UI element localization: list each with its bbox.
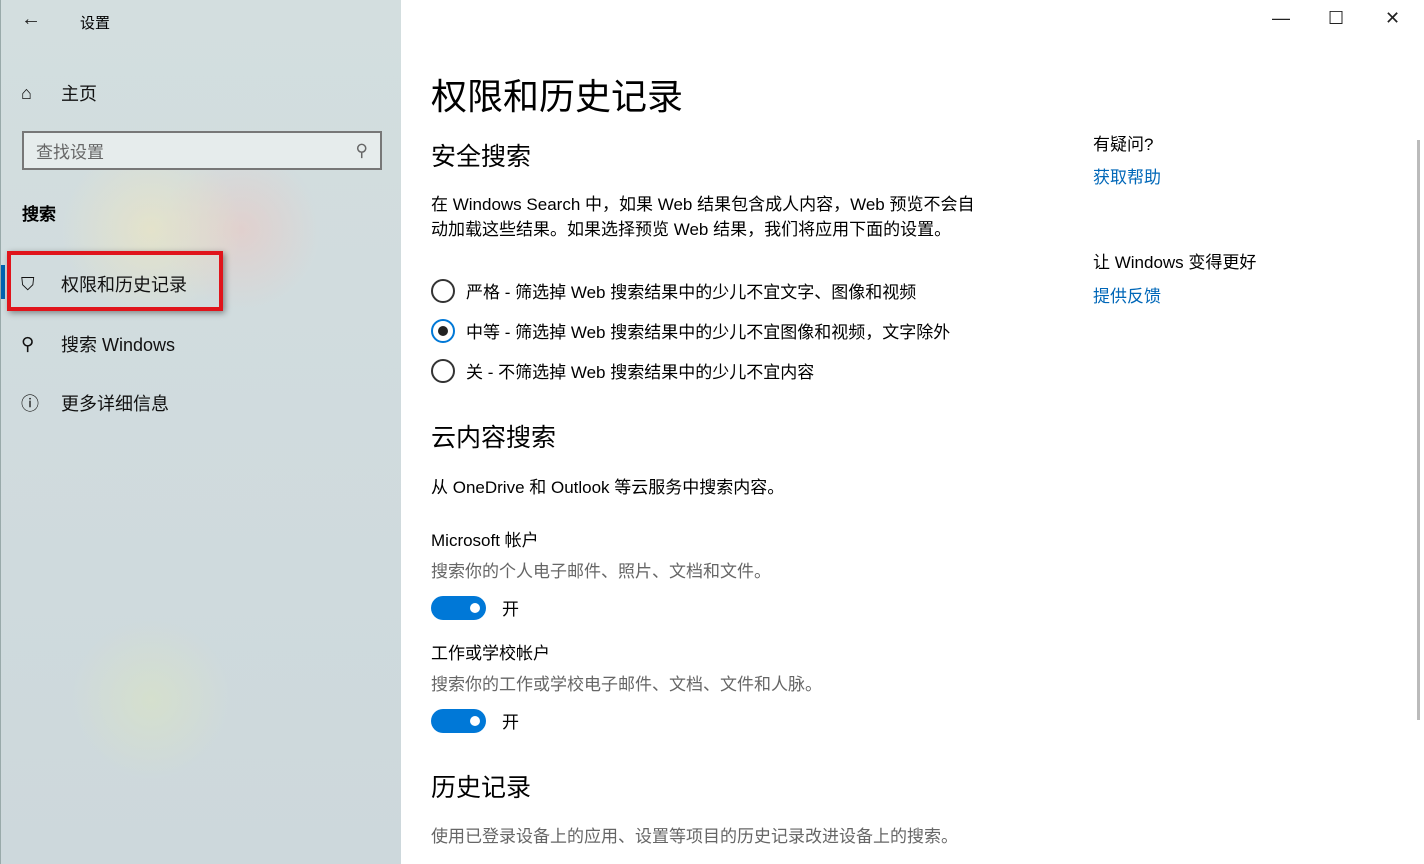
section-heading: 搜索 (22, 200, 56, 225)
home-icon: ⌂ (21, 83, 61, 104)
safe-search-desc-1: 在 Windows Search 中，如果 Web 结果包含成人内容，Web 预… (431, 192, 974, 217)
work-account-toggle[interactable]: 开 (431, 708, 519, 733)
cloud-search-heading: 云内容搜索 (431, 418, 556, 454)
app-title: 设置 (80, 12, 110, 33)
ms-account-desc: 搜索你的个人电子邮件、照片、文档和文件。 (431, 559, 771, 584)
question-label: 有疑问? (1093, 130, 1153, 155)
highlight-box (7, 251, 223, 311)
toggle-switch[interactable] (431, 596, 486, 620)
search-icon: ⚲ (356, 141, 368, 161)
maximize-button[interactable]: ☐ (1328, 8, 1344, 29)
safe-search-heading: 安全搜索 (431, 137, 531, 173)
radio-moderate[interactable]: 中等 - 筛选掉 Web 搜索结果中的少儿不宜图像和视频，文字除外 (431, 318, 950, 343)
search-placeholder: 查找设置 (36, 138, 104, 163)
selection-indicator (1, 265, 5, 299)
page-title: 权限和历史记录 (431, 68, 683, 120)
scrollbar[interactable] (1417, 140, 1420, 720)
history-heading: 历史记录 (431, 768, 531, 804)
back-arrow-icon[interactable]: ← (21, 8, 41, 31)
ms-account-toggle[interactable]: 开 (431, 595, 519, 620)
search-input[interactable]: 查找设置 ⚲ (22, 131, 382, 170)
sidebar-item-label: 搜索 Windows (61, 331, 175, 357)
sidebar-item-search-windows[interactable]: ⚲搜索 Windows (21, 331, 175, 357)
radio-label: 中等 - 筛选掉 Web 搜索结果中的少儿不宜图像和视频，文字除外 (466, 318, 950, 343)
improve-label: 让 Windows 变得更好 (1093, 248, 1256, 273)
radio-off[interactable]: 关 - 不筛选掉 Web 搜索结果中的少儿不宜内容 (431, 358, 814, 383)
toggle-state: 开 (502, 708, 519, 733)
toggle-switch[interactable] (431, 709, 486, 733)
sidebar: ← 设置 ⌂主页 查找设置⚲ 搜索 ⛉权限和历史记录 ⚲搜索 Windows ⓘ… (0, 0, 401, 864)
sidebar-item-label: 更多详细信息 (61, 390, 169, 416)
sidebar-item-home[interactable]: ⌂主页 (21, 80, 97, 106)
cloud-desc: 从 OneDrive 和 Outlook 等云服务中搜索内容。 (431, 475, 784, 500)
radio-circle[interactable] (431, 319, 455, 343)
radio-circle[interactable] (431, 359, 455, 383)
work-account-title: 工作或学校帐户 (431, 641, 550, 666)
home-label: 主页 (61, 80, 97, 106)
radio-circle[interactable] (431, 279, 455, 303)
radio-strict[interactable]: 严格 - 筛选掉 Web 搜索结果中的少儿不宜文字、图像和视频 (431, 278, 916, 303)
feedback-link[interactable]: 提供反馈 (1093, 282, 1161, 307)
minimize-button[interactable]: — (1272, 8, 1290, 29)
sidebar-item-more-info[interactable]: ⓘ更多详细信息 (21, 390, 169, 416)
close-button[interactable]: ✕ (1385, 8, 1400, 29)
history-desc: 使用已登录设备上的应用、设置等项目的历史记录改进设备上的搜索。 (431, 824, 958, 849)
safe-search-desc-2: 动加载这些结果。如果选择预览 Web 结果，我们将应用下面的设置。 (431, 217, 951, 242)
work-account-desc: 搜索你的工作或学校电子邮件、文档、文件和人脉。 (431, 672, 822, 697)
radio-label: 严格 - 筛选掉 Web 搜索结果中的少儿不宜文字、图像和视频 (466, 278, 916, 303)
toggle-state: 开 (502, 595, 519, 620)
radio-label: 关 - 不筛选掉 Web 搜索结果中的少儿不宜内容 (466, 358, 814, 383)
info-icon: ⓘ (21, 390, 61, 416)
search-icon: ⚲ (21, 334, 61, 355)
get-help-link[interactable]: 获取帮助 (1093, 163, 1161, 188)
ms-account-title: Microsoft 帐户 (431, 528, 539, 553)
